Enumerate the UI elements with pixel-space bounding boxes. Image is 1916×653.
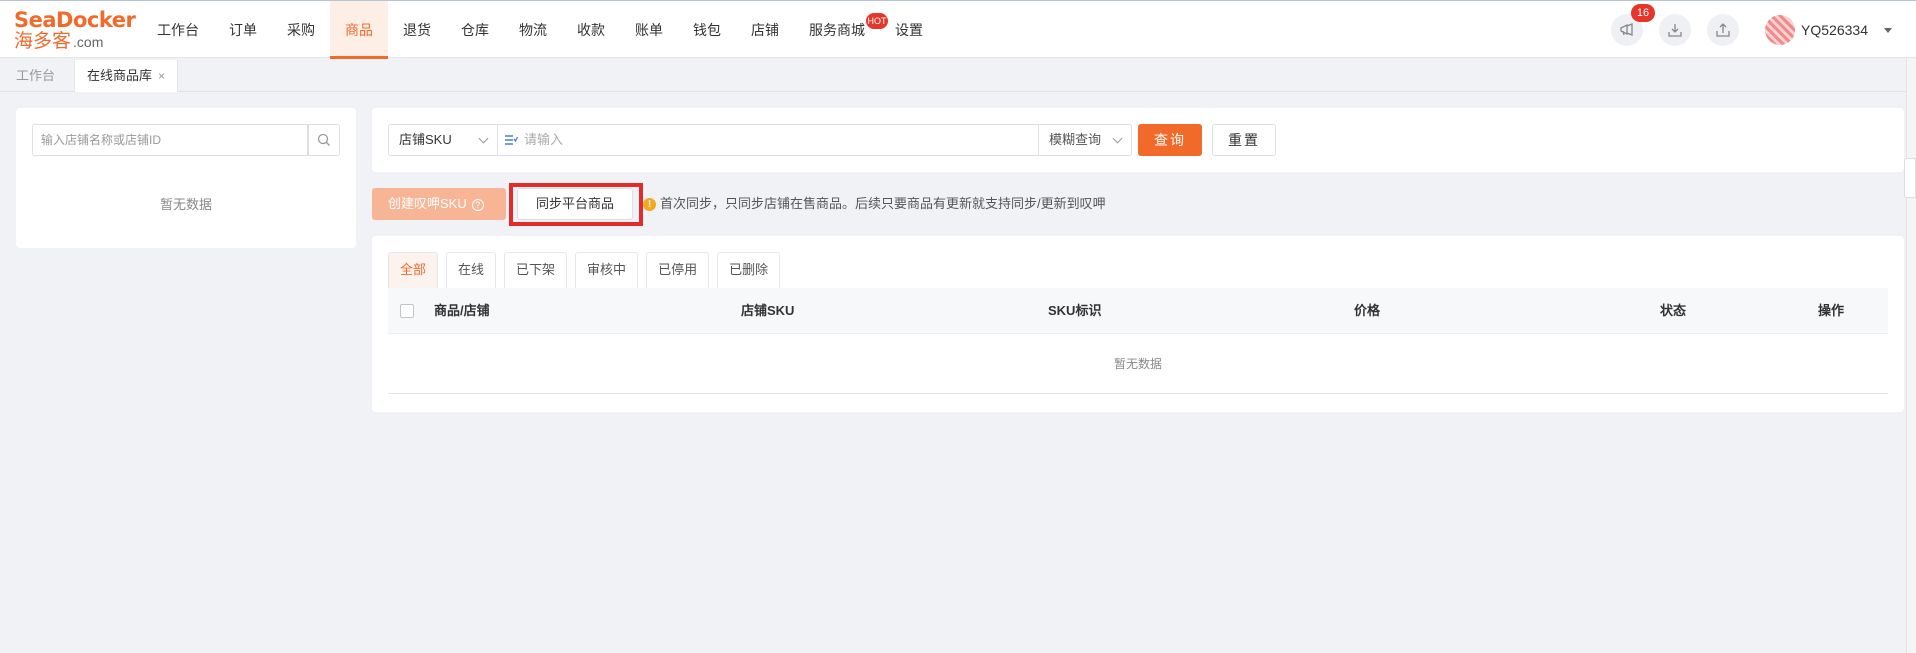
page-tab-online-products[interactable]: 在线商品库 × [74, 60, 179, 92]
share-icon [1716, 23, 1730, 37]
page-tab-strip: 工作台 在线商品库 × [0, 60, 1916, 92]
nav-item-purchase[interactable]: 采购 [272, 1, 330, 59]
tab-disabled[interactable]: 已停用 [646, 252, 710, 288]
col-status: 状态 [1660, 303, 1687, 318]
header-tools: 16 YQ526334 [1611, 1, 1892, 59]
col-price: 价格 [1354, 303, 1381, 318]
select-all-checkbox[interactable] [400, 304, 414, 318]
main-nav: 工作台 订单 采购 商品 退货 仓库 物流 收款 账单 钱包 店铺 服务商城 H… [142, 1, 938, 59]
nav-item-collection[interactable]: 收款 [562, 1, 620, 59]
sync-platform-products-button[interactable]: 同步平台商品 [517, 188, 633, 220]
col-actions: 操作 [1818, 303, 1845, 318]
col-product-shop: 商品/店铺 [434, 303, 490, 318]
export-button[interactable] [1707, 14, 1740, 46]
sku-search-input[interactable]: 请输入 [497, 124, 1039, 156]
create-sku-label: 创建叹呷SKU [388, 196, 467, 211]
nav-item-logistics[interactable]: 物流 [504, 1, 562, 59]
nav-item-settings[interactable]: 设置 [880, 1, 938, 59]
avatar[interactable] [1765, 15, 1796, 45]
match-mode-value: 模糊查询 [1049, 132, 1102, 147]
tab-all[interactable]: 全部 [388, 252, 439, 288]
table-empty: 暂无数据 [388, 334, 1888, 394]
close-icon[interactable]: × [158, 69, 165, 83]
table-header: 商品/店铺 店铺SKU SKU标识 价格 状态 操作 [388, 288, 1888, 334]
chevron-down-icon[interactable] [1884, 27, 1892, 33]
search-field-value: 店铺SKU [399, 132, 452, 147]
username[interactable]: YQ526334 [1801, 22, 1868, 38]
reset-button[interactable]: 重置 [1212, 124, 1276, 156]
nav-item-products[interactable]: 商品 [330, 1, 388, 59]
warning-icon: ! [643, 198, 656, 212]
logo-cn-text: 海多客 [14, 31, 72, 52]
col-sku-id: SKU标识 [1048, 303, 1102, 318]
chevron-down-icon [1112, 133, 1123, 144]
chevron-down-icon [478, 133, 489, 144]
page-tab-label: 在线商品库 [87, 68, 153, 83]
search-panel: 店铺SKU 请输入 模糊查询 查询 重置 [372, 108, 1904, 172]
tab-deleted[interactable]: 已删除 [717, 252, 781, 288]
create-sku-button[interactable]: 创建叹呷SKU? [372, 188, 506, 220]
help-icon[interactable]: ? [471, 198, 484, 211]
tab-under-review[interactable]: 审核中 [575, 252, 639, 288]
nav-item-returns[interactable]: 退货 [388, 1, 446, 59]
nav-item-orders[interactable]: 订单 [214, 1, 272, 59]
nav-item-service-mall[interactable]: 服务商城 HOT [794, 1, 888, 59]
batch-list-icon[interactable] [504, 133, 518, 147]
nav-item-service-mall-label: 服务商城 [809, 22, 865, 38]
nav-item-warehouse[interactable]: 仓库 [446, 1, 504, 59]
page-tab-workbench[interactable]: 工作台 [4, 60, 67, 92]
search-field-select[interactable]: 店铺SKU [388, 124, 498, 156]
product-table-panel: 全部 在线 已下架 审核中 已停用 已删除 商品/店铺 店铺SKU SKU标识 … [372, 236, 1904, 412]
shop-search-button[interactable] [308, 124, 340, 156]
download-button[interactable] [1659, 14, 1692, 46]
tab-delisted[interactable]: 已下架 [504, 252, 568, 288]
nav-item-shops[interactable]: 店铺 [736, 1, 794, 59]
sync-tip-text: 首次同步，只同步店铺在售商品。后续只要商品有更新就支持同步/更新到叹呷 [660, 196, 1106, 211]
tab-online[interactable]: 在线 [446, 252, 497, 288]
shop-search-input[interactable]: 输入店铺名称或店铺ID [32, 124, 308, 156]
logo-domain: .com [73, 34, 104, 50]
nav-item-wallet[interactable]: 钱包 [678, 1, 736, 59]
notification-button[interactable]: 16 [1611, 4, 1656, 46]
page-scrollbar[interactable] [1904, 58, 1916, 653]
scrollbar-handle[interactable] [1904, 158, 1916, 198]
nav-item-bills[interactable]: 账单 [620, 1, 678, 59]
query-button[interactable]: 查询 [1138, 124, 1202, 156]
sku-search-placeholder: 请输入 [524, 132, 564, 147]
top-header: SeaDocker 海多客 .com 工作台 订单 采购 商品 退货 仓库 物流 … [0, 0, 1916, 59]
nav-item-workbench[interactable]: 工作台 [142, 1, 214, 59]
shop-list-empty: 暂无数据 [159, 197, 212, 212]
shop-list-panel: 输入店铺名称或店铺ID 暂无数据 [16, 108, 356, 248]
seadocker-logo[interactable]: SeaDocker 海多客 .com [14, 8, 136, 53]
download-icon [1668, 24, 1682, 37]
match-mode-select[interactable]: 模糊查询 [1038, 124, 1132, 156]
col-shop-sku: 店铺SKU [741, 303, 795, 318]
megaphone-icon [1620, 23, 1633, 36]
search-icon [317, 133, 330, 146]
notification-count-badge: 16 [1631, 4, 1656, 22]
sync-tip: ! 首次同步，只同步店铺在售商品。后续只要商品有更新就支持同步/更新到叹呷 [643, 194, 1106, 214]
status-tabs: 全部 在线 已下架 审核中 已停用 已删除 [388, 252, 788, 288]
logo-text: SeaDocker [14, 8, 136, 32]
